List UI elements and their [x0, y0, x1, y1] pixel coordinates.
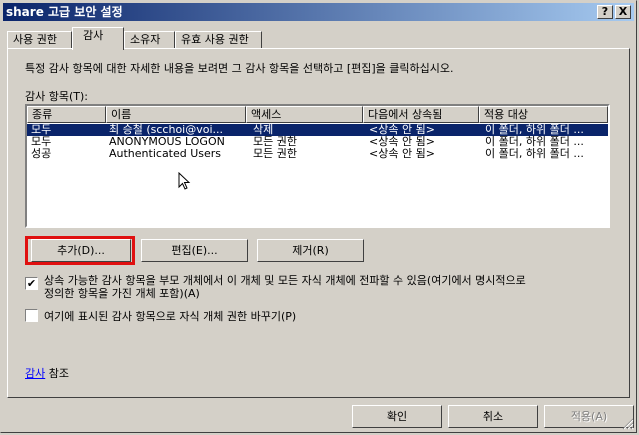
highlight-box	[25, 236, 135, 265]
row-name: 최 승철 (scchoi@voi...	[109, 124, 224, 136]
column-header-type[interactable]: 종류	[27, 106, 106, 123]
audit-help-link[interactable]: 감사	[25, 367, 45, 380]
tab-audit[interactable]: 감사	[72, 27, 124, 50]
audit-list-label: 감사 항목(T):	[25, 90, 88, 103]
column-header-access[interactable]: 액세스	[246, 106, 363, 123]
column-header-apply-to[interactable]: 적용 대상	[479, 106, 608, 123]
row-type: 모두	[31, 136, 52, 148]
close-button[interactable]: X	[615, 5, 631, 19]
row-inherited: <상속 안 됨>	[369, 148, 435, 160]
row-name: Authenticated Users	[109, 148, 222, 160]
tab-effective-permissions[interactable]: 유효 사용 권한	[175, 31, 262, 49]
apply-button: 적용(A)	[544, 405, 634, 428]
column-header-name[interactable]: 이름	[106, 106, 246, 123]
table-row[interactable]: 모두 ANONYMOUS LOGON 모든 권한 <상속 안 됨> 이 폴더, …	[27, 136, 608, 148]
row-access: 모든 권한	[253, 136, 297, 148]
row-type: 모두	[31, 124, 52, 136]
replace-child-label: 여기에 표시된 감사 항목으로 자식 개체 권한 바꾸기(P)	[44, 310, 297, 323]
tab-permissions[interactable]: 사용 권한	[7, 31, 72, 49]
resize-grip-icon[interactable]	[622, 418, 634, 430]
replace-child-checkbox[interactable]	[25, 309, 38, 322]
advanced-security-dialog: share 고급 보안 설정 ? X 사용 권한 감사 소유자 유효 사용 권한…	[0, 0, 637, 433]
ok-button[interactable]: 확인	[352, 405, 442, 428]
remove-button[interactable]: 제거(R)	[257, 239, 364, 262]
row-apply: 이 폴더, 하위 폴더 ...	[485, 124, 584, 136]
row-apply: 이 폴더, 하위 폴더 ...	[485, 136, 584, 148]
inherit-label-line2: 정의한 항목을 가진 개체 포함)(A)	[44, 287, 200, 300]
column-header-inherited-from[interactable]: 다음에서 상속됨	[363, 106, 479, 123]
row-type: 성공	[31, 148, 52, 160]
audit-entries-list[interactable]: 종류 이름 액세스 다음에서 상속됨 적용 대상 모두 최 승철 (scchoi…	[25, 104, 610, 228]
row-name: ANONYMOUS LOGON	[109, 136, 225, 148]
row-apply: 이 폴더, 하위 폴더 ...	[485, 148, 584, 160]
help-button[interactable]: ?	[597, 5, 613, 19]
description-text: 특정 감사 항목에 대한 자세한 내용을 보려면 그 감사 항목을 선택하고 […	[25, 62, 454, 75]
window-title: share 고급 보안 설정	[6, 5, 123, 19]
edit-button[interactable]: 편집(E)...	[141, 239, 248, 262]
row-inherited: <상속 안 됨>	[369, 124, 435, 136]
row-access: 모든 권한	[253, 148, 297, 160]
see-also-text: 감사 참조	[25, 365, 69, 381]
mouse-cursor-icon	[178, 172, 191, 190]
title-bar[interactable]: share 고급 보안 설정 ? X	[3, 3, 634, 21]
table-row[interactable]: 모두 최 승철 (scchoi@voi... 삭제 <상속 안 됨> 이 폴더,…	[27, 124, 608, 136]
see-also-suffix: 참조	[45, 367, 69, 380]
row-inherited: <상속 안 됨>	[369, 136, 435, 148]
table-row[interactable]: 성공 Authenticated Users 모든 권한 <상속 안 됨> 이 …	[27, 148, 608, 160]
row-access: 삭제	[253, 124, 274, 136]
tab-owner[interactable]: 소유자	[124, 31, 175, 49]
cancel-button[interactable]: 취소	[448, 405, 538, 428]
inherit-checkbox[interactable]: ✔	[25, 277, 38, 290]
